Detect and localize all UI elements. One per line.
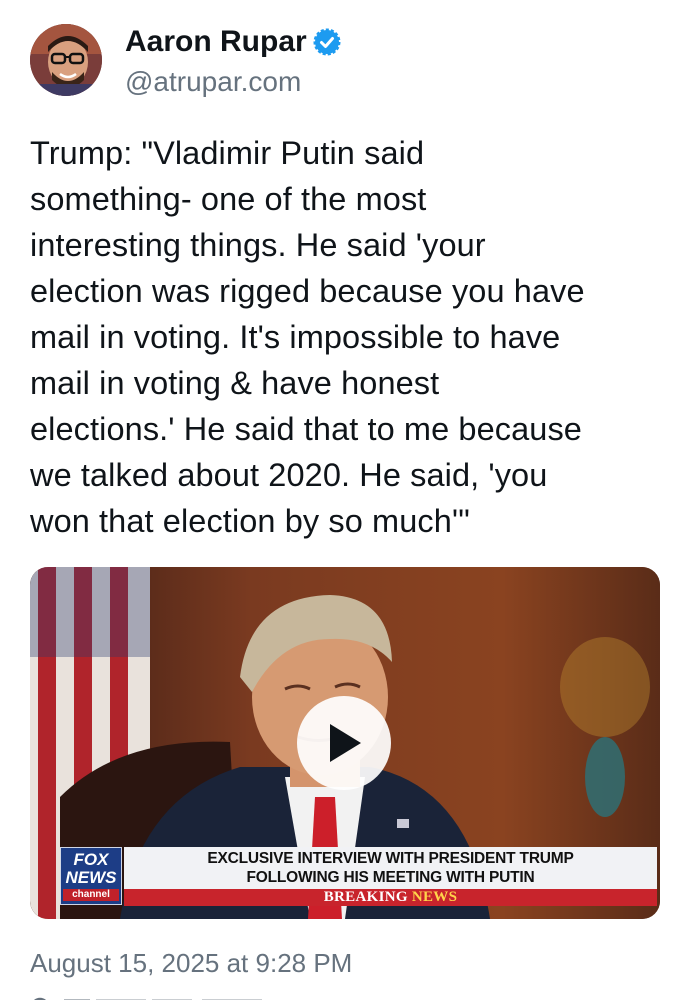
logo-line-1: FOX (73, 850, 109, 869)
author-names: Aaron Rupar @atrupar.com (125, 22, 341, 98)
post-header: Aaron Rupar @atrupar.com (30, 22, 341, 98)
chyron-line-1: EXCLUSIVE INTERVIEW WITH PRESIDENT TRUMP (207, 850, 574, 867)
post-text: Trump: "Vladimir Putin said something- o… (30, 135, 585, 539)
video-player[interactable]: FOX NEWS channel EXCLUSIVE INTERVIEW WIT… (30, 567, 660, 919)
play-icon (330, 724, 361, 762)
verified-badge-icon (313, 28, 341, 56)
logo-line-2: NEWS (65, 868, 117, 887)
news-word: NEWS (411, 889, 458, 905)
author-handle[interactable]: @atrupar.com (125, 66, 341, 98)
chyron-headline: EXCLUSIVE INTERVIEW WITH PRESIDENT TRUMP… (124, 847, 657, 889)
post-timestamp[interactable]: August 15, 2025 at 9:28 PM (30, 948, 352, 979)
news-chyron: FOX NEWS channel EXCLUSIVE INTERVIEW WIT… (60, 845, 658, 907)
breaking-news-bar: BREAKING NEWS (124, 889, 657, 906)
avatar[interactable] (30, 24, 102, 96)
chyron-line-2: FOLLOWING HIS MEETING WITH PUTIN (246, 869, 535, 886)
breaking-word: BREAKING (323, 889, 412, 905)
fox-news-logo: FOX NEWS channel (60, 847, 122, 905)
post-card: Aaron Rupar @atrupar.com Trump: "Vladimi… (0, 0, 688, 1000)
play-button[interactable] (297, 696, 391, 790)
display-name-row: Aaron Rupar (125, 22, 341, 62)
logo-line-3: channel (63, 889, 119, 901)
truncated-row (30, 990, 330, 1000)
display-name[interactable]: Aaron Rupar (125, 25, 307, 59)
